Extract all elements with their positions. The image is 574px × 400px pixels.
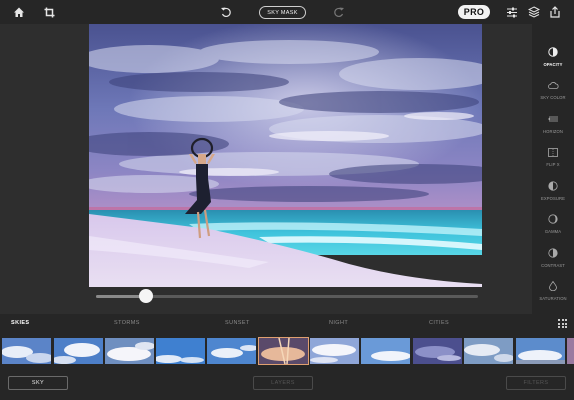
- home-icon[interactable]: [10, 3, 28, 21]
- editor-canvas: [0, 24, 532, 314]
- drop-icon: [546, 279, 560, 293]
- sky-categories: SKIES STORMS SUNSET NIGHT CITIES: [0, 314, 574, 334]
- share-icon[interactable]: [546, 3, 564, 21]
- tool-label: OPACITY: [543, 62, 563, 67]
- flip-icon: [546, 145, 560, 159]
- sky-mask-button[interactable]: SKY MASK: [259, 6, 306, 19]
- layers-icon[interactable]: [525, 3, 543, 21]
- cloud-icon: [546, 78, 560, 92]
- tool-label: FLIP X: [546, 162, 560, 167]
- sky-thumbnail[interactable]: [105, 338, 154, 364]
- top-toolbar: SKY MASK PRO: [0, 0, 574, 24]
- tool-label: SATURATION: [539, 296, 567, 301]
- sky-thumbnail[interactable]: [207, 338, 256, 364]
- redo-icon[interactable]: [330, 3, 348, 21]
- tool-label: EXPOSURE: [540, 196, 566, 201]
- tool-label: HORIZON: [542, 129, 563, 134]
- sky-thumbnail[interactable]: [516, 338, 565, 364]
- opacity-icon: [546, 45, 560, 59]
- filters-button[interactable]: FILTERS: [506, 376, 566, 390]
- sky-button[interactable]: SKY: [8, 376, 68, 390]
- photo-preview[interactable]: [89, 24, 482, 287]
- sky-thumbnail[interactable]: [464, 338, 513, 364]
- adjustments-panel: OPACITY SKY COLOR HORIZON FLIP X EXPOSUR…: [532, 24, 574, 314]
- horizon-icon: [546, 112, 560, 126]
- sky-thumbnail[interactable]: [567, 338, 574, 364]
- tool-saturation[interactable]: SATURATION: [532, 275, 574, 315]
- sky-thumbnail-selected[interactable]: [258, 337, 309, 365]
- opacity-slider-thumb[interactable]: [138, 289, 153, 303]
- tab-storms[interactable]: STORMS: [114, 320, 140, 326]
- grid-icon[interactable]: [558, 319, 567, 328]
- layers-button[interactable]: LAYERS: [253, 376, 313, 390]
- tab-skies[interactable]: SKIES: [11, 320, 30, 326]
- undo-icon[interactable]: [217, 3, 235, 21]
- tool-label: GAMMA: [544, 229, 562, 234]
- crop-icon[interactable]: [40, 3, 58, 21]
- tab-sunset[interactable]: SUNSET: [225, 320, 250, 326]
- bottom-bar: SKY LAYERS FILTERS: [0, 366, 574, 400]
- sky-thumbnail[interactable]: [310, 338, 359, 364]
- exposure-icon: [546, 179, 560, 193]
- opacity-slider-track[interactable]: [96, 295, 478, 298]
- tool-label: CONTRAST: [541, 263, 565, 268]
- gamma-icon: [546, 212, 560, 226]
- tab-cities[interactable]: CITIES: [429, 320, 449, 326]
- sliders-icon[interactable]: [503, 3, 521, 21]
- sky-thumbnail[interactable]: [156, 338, 205, 364]
- contrast-icon: [546, 246, 560, 260]
- sky-thumbnails: [0, 336, 574, 366]
- sky-thumbnail[interactable]: [361, 338, 410, 364]
- sky-thumbnail[interactable]: [2, 338, 51, 364]
- tool-label: SKY COLOR: [540, 95, 566, 100]
- sky-thumbnail[interactable]: [413, 338, 462, 364]
- pro-badge[interactable]: PRO: [458, 5, 490, 19]
- tab-night[interactable]: NIGHT: [329, 320, 348, 326]
- sky-thumbnail[interactable]: [54, 338, 103, 364]
